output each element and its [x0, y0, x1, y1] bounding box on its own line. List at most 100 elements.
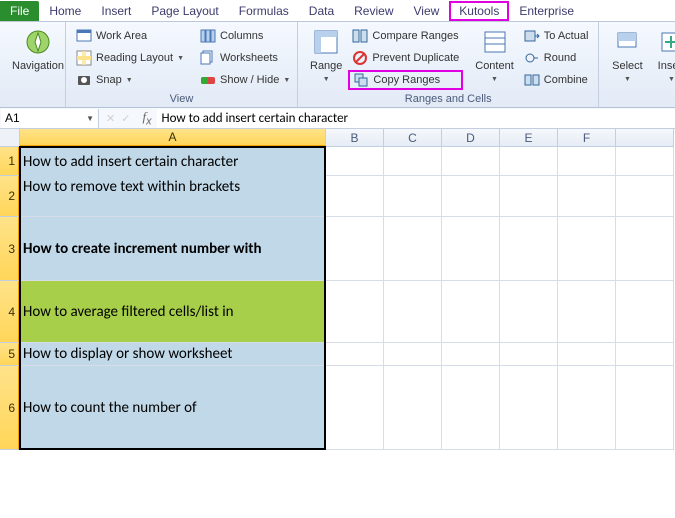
round-label: Round: [544, 52, 576, 64]
cell-B5[interactable]: [326, 343, 384, 366]
cell-C1[interactable]: [384, 147, 442, 176]
worksheets-button[interactable]: Worksheets: [196, 48, 294, 68]
snap-icon: [76, 72, 92, 88]
chevron-down-icon[interactable]: ▼: [86, 114, 94, 123]
snap-button[interactable]: Snap ▼: [72, 70, 188, 90]
compare-ranges-button[interactable]: Compare Ranges: [348, 26, 463, 46]
col-head-D[interactable]: D: [442, 129, 500, 147]
content-icon: [479, 26, 511, 58]
cell-G3[interactable]: [616, 217, 674, 281]
show-hide-button[interactable]: Show / Hide ▼: [196, 70, 294, 90]
cell-F3[interactable]: [558, 217, 616, 281]
formula-input[interactable]: [157, 109, 675, 128]
col-head-G[interactable]: [616, 129, 674, 147]
content-button[interactable]: Content▼: [469, 24, 520, 88]
navigation-button[interactable]: Navigation: [6, 24, 70, 74]
cell-G6[interactable]: [616, 366, 674, 450]
columns-button[interactable]: Columns: [196, 26, 294, 46]
cell-D5[interactable]: [442, 343, 500, 366]
col-head-B[interactable]: B: [326, 129, 384, 147]
row-head-4[interactable]: 4: [0, 281, 20, 343]
name-box[interactable]: ▼: [1, 109, 99, 128]
combine-button[interactable]: Combine: [520, 70, 593, 90]
reading-layout-button[interactable]: Reading Layout ▼: [72, 48, 188, 68]
tab-review[interactable]: Review: [344, 1, 403, 21]
cell-E2[interactable]: [500, 176, 558, 217]
row-head-5[interactable]: 5: [0, 343, 20, 366]
row-head-6[interactable]: 6: [0, 366, 20, 450]
cell-G2[interactable]: [616, 176, 674, 217]
cell-D6[interactable]: [442, 366, 500, 450]
chevron-down-icon: ▼: [668, 76, 675, 83]
chevron-down-icon: ▼: [624, 76, 631, 83]
select-button[interactable]: Select▼: [605, 24, 649, 88]
cell-B2[interactable]: [326, 176, 384, 217]
col-head-E[interactable]: E: [500, 129, 558, 147]
columns-label: Columns: [220, 30, 263, 42]
cell-B4[interactable]: [326, 281, 384, 343]
cell-D1[interactable]: [442, 147, 500, 176]
tab-insert[interactable]: Insert: [91, 1, 141, 21]
cell-F6[interactable]: [558, 366, 616, 450]
tab-enterprise[interactable]: Enterprise: [509, 1, 584, 21]
tab-home[interactable]: Home: [39, 1, 91, 21]
col-head-A[interactable]: A: [20, 129, 326, 147]
cell-B1[interactable]: [326, 147, 384, 176]
cell-F5[interactable]: [558, 343, 616, 366]
col-head-C[interactable]: C: [384, 129, 442, 147]
select-all-corner[interactable]: [0, 129, 20, 147]
tab-formulas[interactable]: Formulas: [229, 1, 299, 21]
cell-D2[interactable]: [442, 176, 500, 217]
col-head-F[interactable]: F: [558, 129, 616, 147]
prevent-duplicate-button[interactable]: Prevent Duplicate: [348, 48, 463, 68]
worksheets-icon: [200, 50, 216, 66]
cell-A3[interactable]: How to create increment number with: [20, 217, 326, 281]
cell-D3[interactable]: [442, 217, 500, 281]
navigation-label: Navigation: [12, 60, 64, 72]
fx-icon[interactable]: fx: [136, 109, 157, 128]
copy-ranges-button[interactable]: Copy Ranges: [348, 70, 463, 90]
cell-F4[interactable]: [558, 281, 616, 343]
chevron-down-icon: ▼: [177, 55, 184, 62]
select-icon: [611, 26, 643, 58]
work-area-button[interactable]: Work Area: [72, 26, 188, 46]
range-button[interactable]: Range▼: [304, 24, 348, 88]
cell-C3[interactable]: [384, 217, 442, 281]
cell-C5[interactable]: [384, 343, 442, 366]
cell-E3[interactable]: [500, 217, 558, 281]
tab-data[interactable]: Data: [299, 1, 344, 21]
cell-A2[interactable]: How to remove text within brackets: [20, 176, 326, 217]
cell-A5[interactable]: How to display or show worksheet: [20, 343, 326, 366]
file-tab[interactable]: File: [0, 1, 39, 21]
round-button[interactable]: Round: [520, 48, 593, 68]
cell-C2[interactable]: [384, 176, 442, 217]
cell-B3[interactable]: [326, 217, 384, 281]
cell-G5[interactable]: [616, 343, 674, 366]
to-actual-button[interactable]: To Actual: [520, 26, 593, 46]
cell-E5[interactable]: [500, 343, 558, 366]
cell-A4[interactable]: How to average filtered cells/list in: [20, 281, 326, 343]
cell-D4[interactable]: [442, 281, 500, 343]
compare-ranges-icon: [352, 28, 368, 44]
cell-E6[interactable]: [500, 366, 558, 450]
row-head-2[interactable]: 2: [0, 176, 20, 217]
cell-E1[interactable]: [500, 147, 558, 176]
cell-C4[interactable]: [384, 281, 442, 343]
cell-C6[interactable]: [384, 366, 442, 450]
cell-E4[interactable]: [500, 281, 558, 343]
cell-F1[interactable]: [558, 147, 616, 176]
name-box-input[interactable]: [5, 111, 73, 125]
cell-B6[interactable]: [326, 366, 384, 450]
tab-page-layout[interactable]: Page Layout: [141, 1, 228, 21]
prevent-duplicate-icon: [352, 50, 368, 66]
cell-F2[interactable]: [558, 176, 616, 217]
cell-A1[interactable]: How to add insert certain character: [20, 147, 326, 176]
insert-button[interactable]: Insert▼: [649, 24, 675, 88]
cell-G4[interactable]: [616, 281, 674, 343]
cell-G1[interactable]: [616, 147, 674, 176]
cell-A6[interactable]: How to count the number of: [20, 366, 326, 450]
tab-kutools[interactable]: Kutools: [449, 1, 509, 21]
row-head-1[interactable]: 1: [0, 147, 20, 176]
row-head-3[interactable]: 3: [0, 217, 20, 281]
tab-view[interactable]: View: [404, 1, 450, 21]
